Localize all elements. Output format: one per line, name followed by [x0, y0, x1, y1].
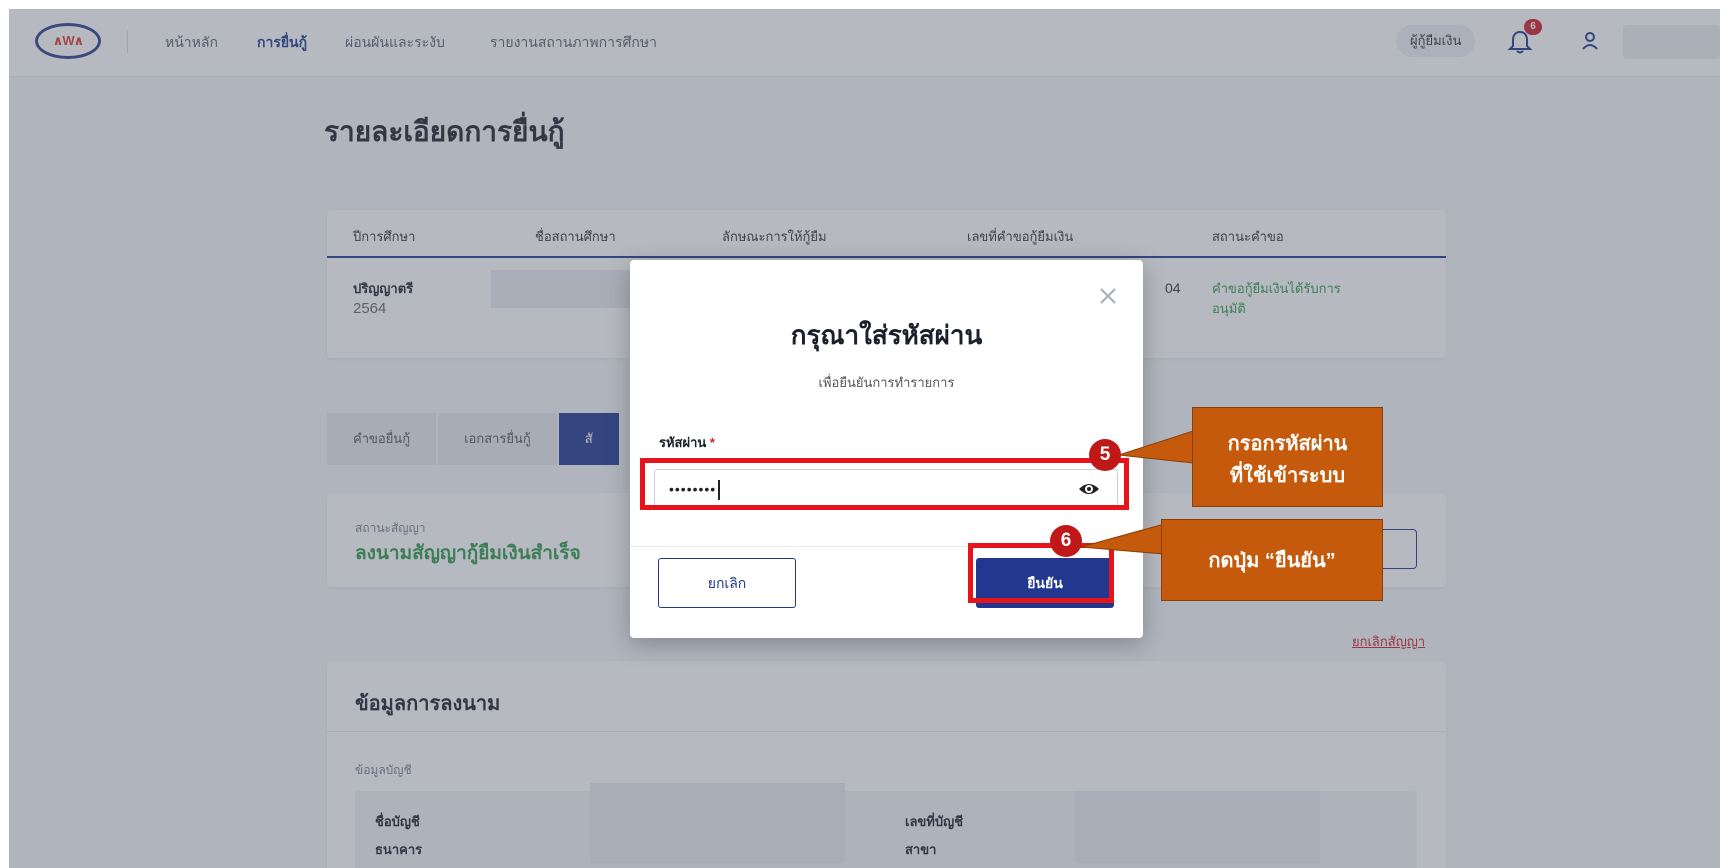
callout-5-pointer — [1118, 430, 1193, 464]
callout-enter-password: กรอกรหัสผ่าน ที่ใช้เข้าระบบ — [1192, 407, 1383, 507]
dialog-title: กรุณาใส่รหัสผ่าน — [790, 320, 983, 350]
password-label: รหัสผ่าน * — [659, 432, 715, 453]
password-highlight-box — [640, 458, 1129, 510]
callout-5-line1: กรอกรหัสผ่าน — [1227, 433, 1348, 455]
close-icon[interactable] — [1098, 286, 1118, 306]
password-label-text: รหัสผ่าน — [659, 435, 707, 450]
required-mark: * — [709, 435, 715, 450]
callout-press-confirm: กดปุ่ม “ยืนยัน” — [1161, 519, 1383, 601]
cancel-button[interactable]: ยกเลิก — [658, 558, 796, 608]
callout-5-line2: ที่ใช้เข้าระบบ — [1229, 465, 1346, 487]
dialog-subtitle: เพื่อยืนยันการทำรายการ — [818, 375, 955, 390]
page: ∧W∧ หน้าหลัก การยื่นกู้ ผ่อนผันและระงับ … — [9, 9, 1720, 868]
step-6-marker: 6 — [1050, 525, 1082, 557]
